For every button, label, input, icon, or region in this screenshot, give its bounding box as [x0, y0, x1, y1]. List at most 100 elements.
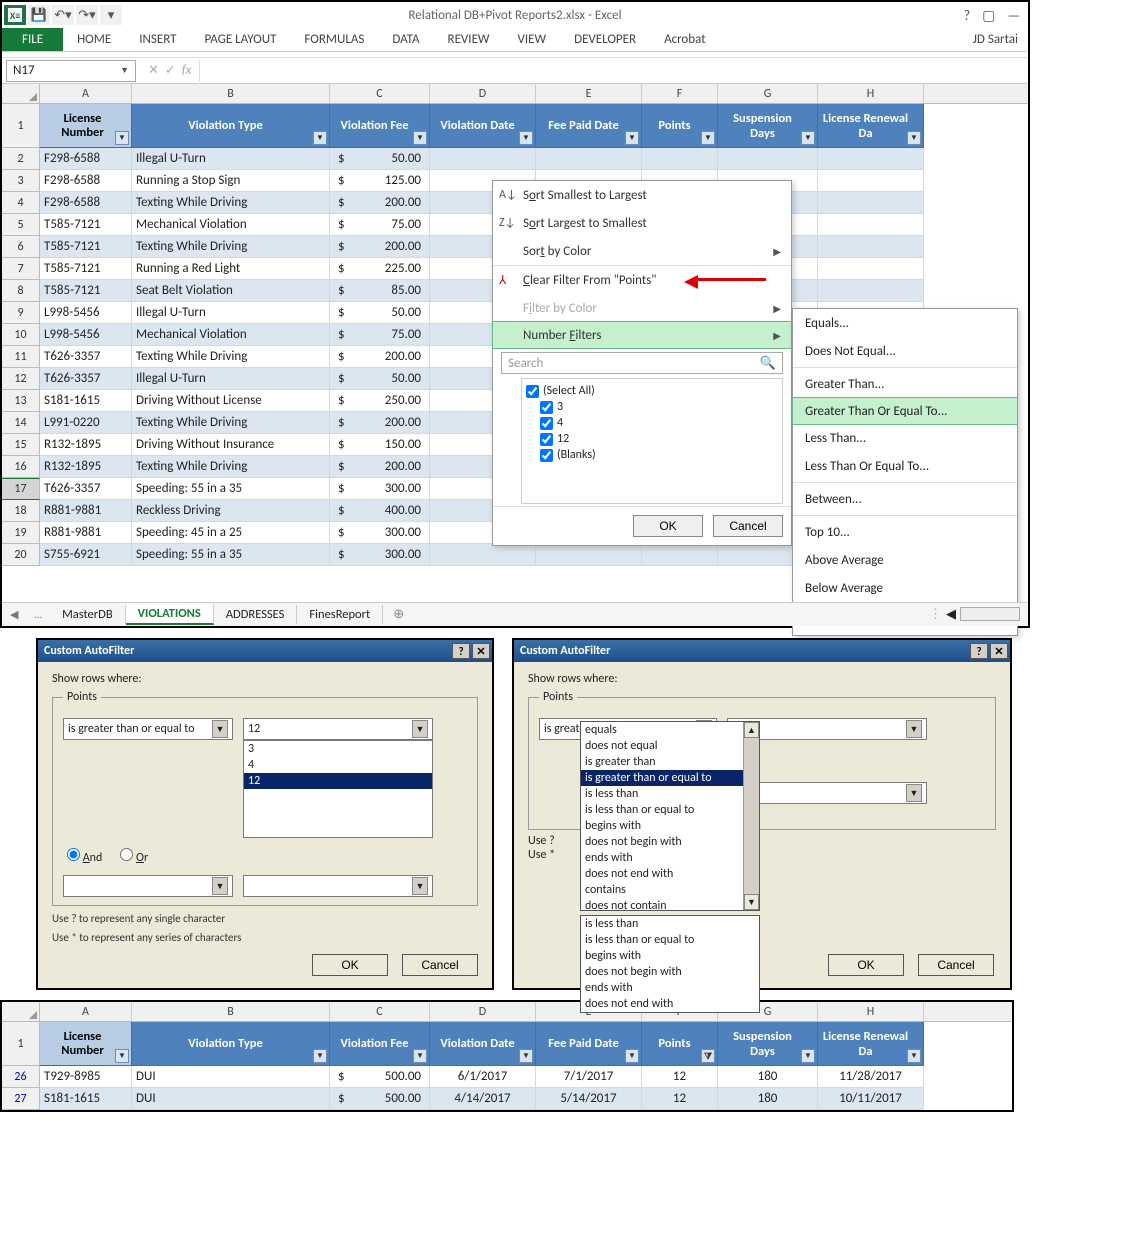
- cell-license[interactable]: L998-5456: [40, 324, 132, 346]
- scroll-left-icon[interactable]: ◀: [946, 607, 956, 622]
- list-item[interactable]: is less than or equal to: [581, 802, 759, 818]
- nf-item[interactable]: Does Not Equal...: [793, 337, 1017, 365]
- cell-renew[interactable]: 11/28/2017: [818, 1066, 924, 1088]
- tab-view[interactable]: VIEW: [504, 28, 561, 51]
- cell-license[interactable]: S755-6921: [40, 544, 132, 566]
- enter-formula-icon[interactable]: ✓: [165, 63, 176, 78]
- nf-item[interactable]: Less Than...: [793, 424, 1017, 452]
- cell-points[interactable]: 12: [642, 1066, 718, 1088]
- row-header[interactable]: 5: [2, 214, 40, 236]
- cell-license[interactable]: T585-7121: [40, 280, 132, 302]
- or-radio[interactable]: Or: [120, 848, 148, 865]
- tab-home[interactable]: HOME: [63, 28, 125, 51]
- operator-combo[interactable]: is greater than or equal to▼: [63, 718, 233, 740]
- tab-acrobat[interactable]: Acrobat: [650, 28, 720, 51]
- filter-btn-icon[interactable]: ▼: [907, 131, 921, 145]
- cell-license[interactable]: T626-3357: [40, 346, 132, 368]
- cancel-button[interactable]: Cancel: [918, 954, 994, 976]
- filter-btn-icon[interactable]: ▼: [519, 1049, 533, 1063]
- list-item-selected[interactable]: 12: [244, 773, 432, 789]
- filter-btn-icon[interactable]: ▼: [801, 131, 815, 145]
- filter-btn-left-icon[interactable]: ▼: [115, 131, 129, 145]
- cell-vdate[interactable]: [430, 148, 536, 170]
- filter-btn-icon[interactable]: ▼: [625, 131, 639, 145]
- cell-violation-type[interactable]: Illegal U-Turn: [132, 368, 330, 390]
- filter-btn-icon[interactable]: ▼: [413, 1049, 427, 1063]
- row-header[interactable]: 4: [2, 192, 40, 214]
- tab-file[interactable]: FILE: [2, 28, 63, 51]
- cell-vdate[interactable]: [430, 544, 536, 566]
- filter-ok-button[interactable]: OK: [633, 515, 703, 537]
- filter-btn-icon[interactable]: ▼: [413, 131, 427, 145]
- select-all-triangle[interactable]: [2, 1002, 40, 1021]
- cell-fee[interactable]: $75.00: [330, 214, 430, 236]
- filter-checklist[interactable]: (Select All) 3 4 12 (Blanks): [521, 378, 783, 504]
- nf-item[interactable]: Less Than Or Equal To...: [793, 452, 1017, 480]
- list-item[interactable]: does not end with: [581, 996, 759, 1012]
- ribbon-display-icon[interactable]: ▢: [982, 7, 995, 24]
- check-select-all[interactable]: (Select All): [526, 383, 778, 399]
- cell-violation-type[interactable]: DUI: [132, 1066, 330, 1088]
- cell-renew[interactable]: [818, 170, 924, 192]
- cell-fee[interactable]: $225.00: [330, 258, 430, 280]
- cell-fee[interactable]: $250.00: [330, 390, 430, 412]
- row-header[interactable]: 16: [2, 456, 40, 478]
- save-icon[interactable]: 💾: [28, 5, 50, 25]
- qat-customize-icon[interactable]: ▾: [100, 5, 122, 25]
- sheet-ellipsis[interactable]: …: [26, 608, 50, 621]
- col-E[interactable]: E: [536, 84, 642, 103]
- cell-violation-type[interactable]: Seat Belt Violation: [132, 280, 330, 302]
- nf-item[interactable]: Greater Than...: [793, 370, 1017, 398]
- nf-item[interactable]: Between...: [793, 485, 1017, 513]
- row-header[interactable]: 19: [2, 522, 40, 544]
- help-icon[interactable]: ?: [964, 7, 971, 24]
- sheet-masterdb[interactable]: MasterDB: [50, 605, 126, 624]
- cell-points[interactable]: [642, 544, 718, 566]
- chevron-down-icon[interactable]: ▼: [120, 65, 129, 76]
- formula-input[interactable]: [199, 60, 1028, 82]
- cell-fee[interactable]: $125.00: [330, 170, 430, 192]
- cell-paid[interactable]: 5/14/2017: [536, 1088, 642, 1110]
- cancel-button[interactable]: Cancel: [402, 954, 478, 976]
- col-H[interactable]: H: [818, 84, 924, 103]
- cell-susp[interactable]: 180: [718, 1088, 818, 1110]
- list-item[interactable]: is greater than or equal to: [581, 770, 759, 786]
- filter-btn-icon[interactable]: ▼: [115, 1049, 129, 1063]
- add-sheet-icon[interactable]: ⊕: [383, 607, 414, 622]
- help-icon[interactable]: ?: [452, 643, 470, 659]
- nf-item[interactable]: Below Average: [793, 574, 1017, 602]
- row-header[interactable]: 11: [2, 346, 40, 368]
- row-header[interactable]: 3: [2, 170, 40, 192]
- cell-fee[interactable]: $75.00: [330, 324, 430, 346]
- cell-fee[interactable]: $50.00: [330, 368, 430, 390]
- cell-vdate[interactable]: 4/14/2017: [430, 1088, 536, 1110]
- cell-license[interactable]: F298-6588: [40, 170, 132, 192]
- number-filters[interactable]: Number Filters▶: [492, 321, 792, 349]
- cell-license[interactable]: F298-6588: [40, 148, 132, 170]
- cell-susp[interactable]: 180: [718, 1066, 818, 1088]
- row-header[interactable]: 13: [2, 390, 40, 412]
- filter-btn-icon[interactable]: ▼: [519, 131, 533, 145]
- list-item[interactable]: does not begin with: [581, 834, 759, 850]
- ok-button[interactable]: OK: [312, 954, 388, 976]
- list-item[interactable]: does not contain: [581, 898, 759, 911]
- tab-review[interactable]: REVIEW: [434, 28, 504, 51]
- list-item[interactable]: begins with: [581, 818, 759, 834]
- cell-license[interactable]: T585-7121: [40, 214, 132, 236]
- cell-violation-type[interactable]: Texting While Driving: [132, 412, 330, 434]
- cell-license[interactable]: R132-1895: [40, 456, 132, 478]
- undo-icon[interactable]: ↶▾: [52, 5, 74, 25]
- filter-applied-icon[interactable]: ⧩: [701, 1049, 715, 1063]
- value2-combo[interactable]: ▼: [243, 875, 433, 897]
- col-F[interactable]: F: [642, 84, 718, 103]
- check-3[interactable]: 3: [526, 399, 778, 415]
- sort-asc[interactable]: A↓Sort Smallest to Largest: [493, 181, 791, 209]
- cell-violation-type[interactable]: Texting While Driving: [132, 456, 330, 478]
- list-item[interactable]: begins with: [581, 948, 759, 964]
- cell-license[interactable]: T585-7121: [40, 236, 132, 258]
- row-header-filtered[interactable]: 26: [2, 1066, 40, 1088]
- cell-license[interactable]: S181-1615: [40, 390, 132, 412]
- cell-violation-type[interactable]: Texting While Driving: [132, 192, 330, 214]
- cell-fee[interactable]: $300.00: [330, 544, 430, 566]
- filter-search[interactable]: Search🔍: [501, 352, 783, 374]
